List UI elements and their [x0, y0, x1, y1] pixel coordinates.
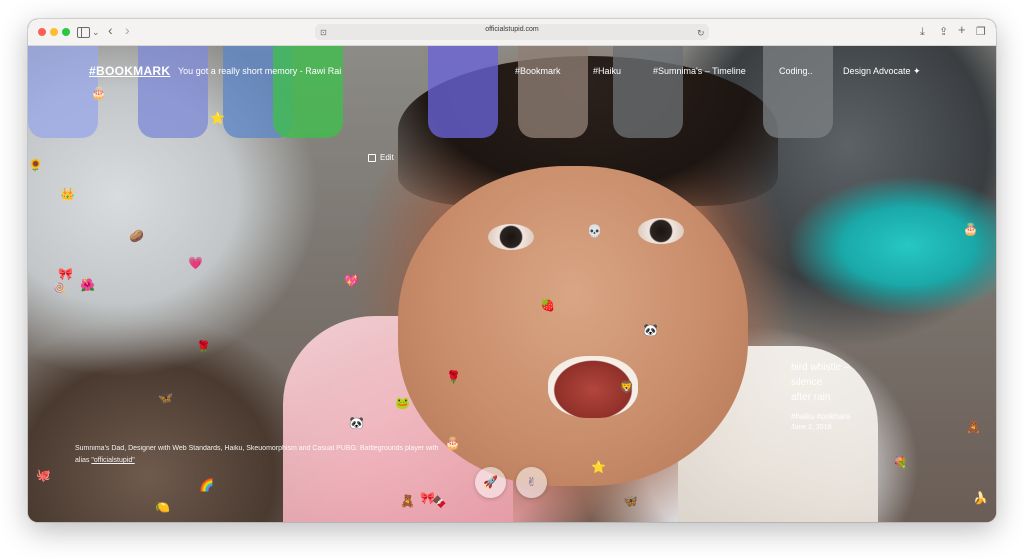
sticker-emoji-icon: 🧸	[400, 494, 415, 508]
photo-right-eye	[638, 218, 684, 244]
sticker-emoji-icon: ⭐	[591, 460, 606, 474]
sticker-emoji-icon: 🌹	[196, 340, 211, 354]
sticker-emoji-icon: 🍭	[53, 282, 68, 296]
haiku-text: bird whistle – silence after rain	[791, 360, 849, 405]
photo-left-eye	[488, 224, 534, 250]
sticker-emoji-icon: 🎂	[963, 222, 978, 236]
sticker-emoji-icon: 👑	[60, 187, 75, 201]
bio-line: alias "officialstupid"	[75, 455, 438, 467]
bio-alias-prefix: alias	[75, 457, 92, 464]
site-tagline: You got a really short memory - Rawi Rai	[178, 66, 342, 76]
sticker-emoji-icon: 🥔	[129, 229, 144, 243]
sticker-emoji-icon: 🌹	[446, 370, 461, 384]
next-post-button[interactable]: ✌	[516, 467, 547, 498]
sticker-emoji-icon: 🐼	[643, 323, 658, 337]
sticker-emoji-icon: 🎂	[91, 86, 106, 100]
browser-toolbar: ⌄ ‹ › ⊡ officialstupid.com ↻ ⤓ ⇪ + ❐	[28, 19, 996, 46]
haiku-line: after rain	[791, 392, 831, 403]
sticker-emoji-icon: 🦁	[619, 380, 634, 394]
sticker-emoji-icon: 🐼	[349, 416, 364, 430]
download-icon[interactable]: ⤓	[920, 24, 925, 40]
sticker-emoji-icon: 🌈	[199, 478, 214, 492]
sticker-emoji-icon: 🎂	[445, 436, 460, 450]
haiku-date: June 2, 2018	[791, 424, 832, 431]
sticker-emoji-icon: 🌻	[28, 158, 43, 172]
sticker-emoji-icon: 🍫	[432, 495, 447, 509]
sticker-emoji-icon: 🍋	[155, 500, 170, 514]
share-icon[interactable]: ⇪	[939, 24, 948, 40]
sticker-emoji-icon: 🦋	[158, 391, 173, 405]
sticker-emoji-icon: 💀	[587, 224, 602, 238]
close-window-button[interactable]	[38, 28, 46, 36]
minimize-window-button[interactable]	[50, 28, 58, 36]
address-bar[interactable]: ⊡ officialstupid.com ↻	[315, 24, 709, 40]
edit-link[interactable]: Edit	[380, 153, 394, 162]
sticker-emoji-icon: 🍓	[540, 298, 555, 312]
author-bio: Sumnima's Dad, Designer with Web Standar…	[75, 443, 438, 467]
sticker-emoji-icon: 💗	[188, 256, 203, 270]
haiku-tags-link[interactable]: #haiku #pokhara	[791, 412, 850, 421]
sticker-emoji-icon: 🐸	[395, 396, 410, 410]
sticker-emoji-icon: 🌺	[80, 278, 95, 292]
site-logo[interactable]: #BOOKMARK	[89, 64, 170, 78]
sidebar-toggle-icon[interactable]	[77, 27, 90, 38]
bio-line: Sumnima's Dad, Designer with Web Standar…	[75, 445, 439, 452]
tab-overview-icon[interactable]: ❐	[976, 24, 986, 40]
sticker-emoji-icon: 💖	[344, 274, 359, 288]
hero-photo: #BOOKMARK You got a really short memory …	[28, 46, 996, 522]
reload-icon[interactable]: ↻	[697, 25, 705, 41]
url-text: officialstupid.com	[485, 26, 539, 33]
rocket-icon: 🚀	[483, 475, 498, 489]
sticker-emoji-icon: 🧸	[966, 420, 981, 434]
nav-design-advocate[interactable]: Design Advocate ✦	[843, 66, 921, 77]
bio-alias-link[interactable]: "officialstupid"	[91, 457, 134, 464]
previous-post-button[interactable]: 🚀	[475, 467, 506, 498]
chevron-down-icon[interactable]: ⌄	[92, 24, 100, 40]
nav-sumnima-timeline[interactable]: #Sumnima's – Timeline	[653, 66, 746, 76]
sticker-emoji-icon: 🐙	[36, 468, 51, 482]
zoom-window-button[interactable]	[62, 28, 70, 36]
sticker-emoji-icon: 🎀	[58, 267, 73, 281]
nav-haiku[interactable]: #Haiku	[593, 66, 621, 76]
browser-window: ⌄ ‹ › ⊡ officialstupid.com ↻ ⤓ ⇪ + ❐ #BO…	[28, 19, 996, 522]
edit-icon	[368, 154, 376, 162]
nav-coding[interactable]: Coding..	[779, 66, 813, 76]
sticker-emoji-icon: 🦋	[623, 494, 638, 508]
victory-hand-icon: ✌	[526, 475, 537, 489]
site-header: #BOOKMARK You got a really short memory …	[28, 46, 996, 86]
sticker-emoji-icon: 💐	[893, 456, 908, 470]
back-button[interactable]: ‹	[108, 22, 113, 38]
new-tab-button[interactable]: +	[958, 22, 966, 38]
nav-bookmark[interactable]: #Bookmark	[515, 66, 561, 76]
forward-button[interactable]: ›	[125, 22, 130, 38]
sticker-emoji-icon: 🍌	[973, 491, 988, 505]
haiku-line: bird whistle –	[791, 362, 850, 373]
haiku-line: silence	[791, 377, 823, 388]
sticker-emoji-icon: ⭐	[210, 111, 225, 125]
